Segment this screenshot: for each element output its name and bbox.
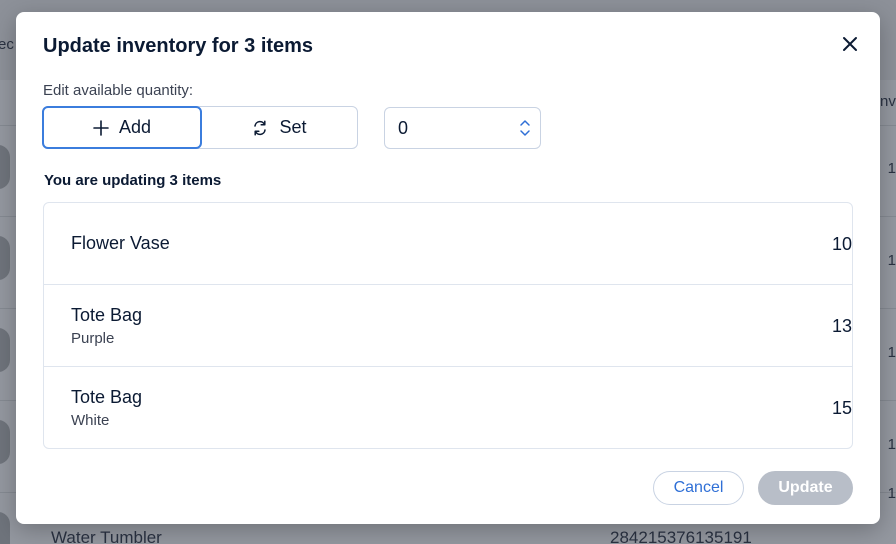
add-mode-button[interactable]: Add [42, 106, 202, 149]
plus-icon [93, 119, 109, 136]
close-button[interactable] [838, 32, 862, 56]
items-section-title: You are updating 3 items [44, 172, 222, 189]
items-list: Flower Vase 10 Tote Bag Purple 13 Tote B… [43, 202, 853, 449]
list-item: Tote Bag White 15 [44, 367, 852, 448]
item-variant: White [71, 412, 110, 429]
update-inventory-dialog: Update inventory for 3 items Edit availa… [16, 12, 880, 524]
item-variant: Purple [71, 330, 115, 347]
mode-toggle: Add Set [42, 106, 358, 149]
quantity-value: 0 [398, 117, 409, 138]
item-quantity: 15 [831, 398, 852, 418]
background-row-sku: 284215376135191 [610, 528, 752, 544]
list-item: Flower Vase 10 [44, 203, 852, 285]
background-cell: 1 [887, 485, 896, 502]
background-cell: 1 [887, 344, 896, 361]
background-row-name: Water Tumbler [51, 528, 162, 544]
quantity-stepper[interactable]: 0 [384, 107, 541, 149]
chevron-up-icon[interactable] [519, 119, 531, 127]
item-quantity: 13 [831, 316, 852, 336]
background-cell: 1 [887, 160, 896, 177]
item-name: Tote Bag [71, 305, 143, 325]
background-avatar [0, 236, 10, 280]
cancel-button[interactable]: Cancel [653, 471, 744, 505]
background-avatar [0, 420, 10, 464]
close-icon [843, 37, 857, 51]
set-mode-button[interactable]: Set [201, 107, 357, 148]
edit-quantity-label: Edit available quantity: [43, 82, 194, 99]
background-avatar [0, 328, 10, 372]
dialog-title: Update inventory for 3 items [43, 35, 314, 57]
chevron-down-icon[interactable] [519, 129, 531, 137]
background-cell: 1 [887, 252, 896, 269]
update-button[interactable]: Update [758, 471, 853, 505]
set-mode-label: Set [279, 117, 307, 137]
background-avatar [0, 512, 10, 544]
item-name: Flower Vase [71, 233, 170, 253]
background-column-fragment: nv [880, 93, 896, 110]
background-avatar [0, 145, 10, 189]
add-mode-label: Add [118, 117, 152, 137]
sync-icon [254, 119, 267, 136]
list-item: Tote Bag Purple 13 [44, 285, 852, 367]
background-header-fragment: ec [0, 36, 14, 53]
background-cell: 1 [887, 436, 896, 453]
item-name: Tote Bag [71, 387, 143, 407]
stepper-arrows [510, 108, 540, 148]
item-quantity: 10 [831, 234, 852, 254]
